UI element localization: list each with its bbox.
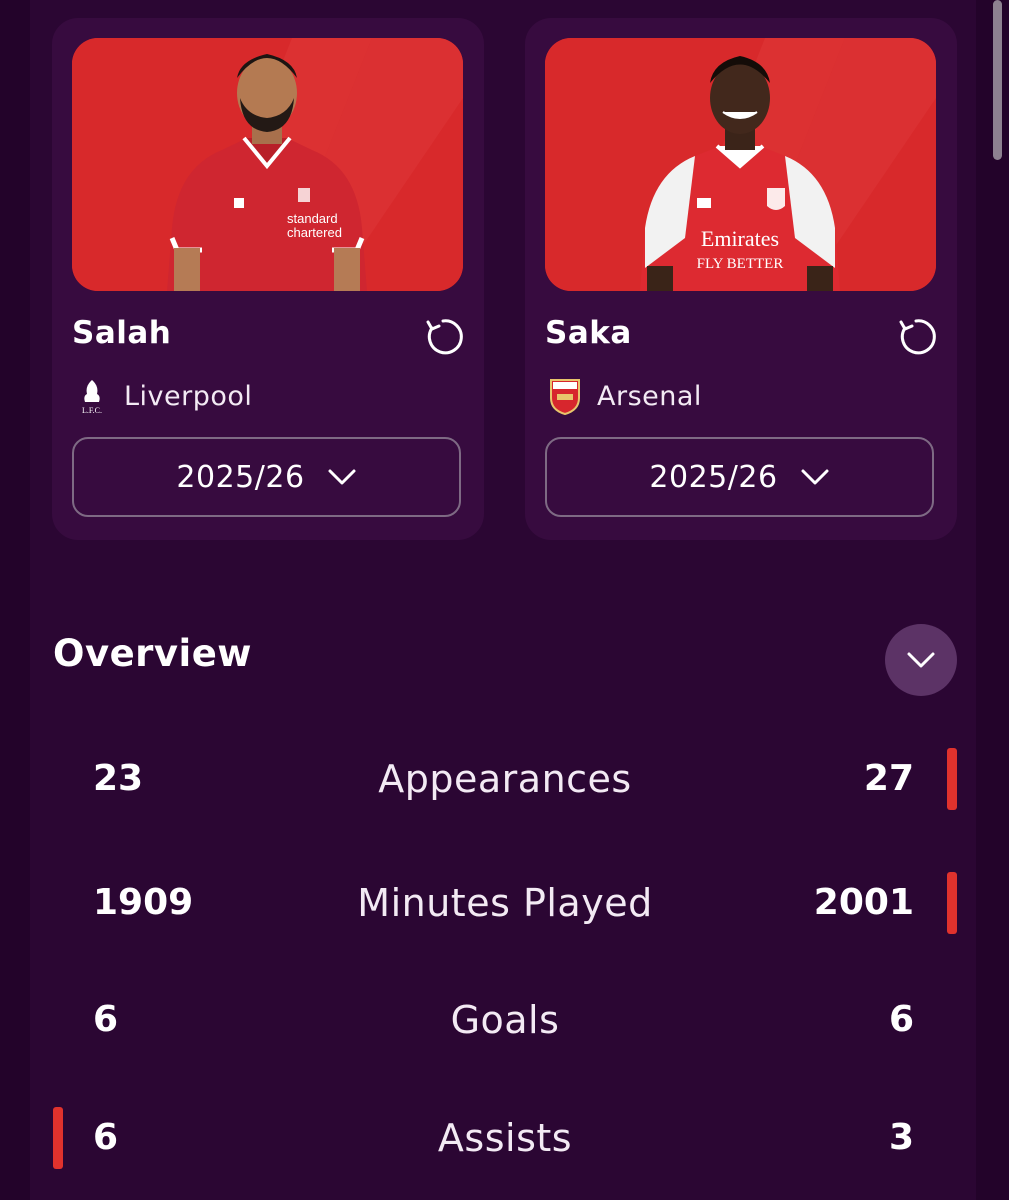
season-value: 2025/26 bbox=[649, 459, 778, 495]
sponsor-text: standard bbox=[287, 211, 338, 226]
club-row: Arsenal bbox=[545, 374, 702, 418]
stat-row: 23 Appearances 27 bbox=[53, 748, 957, 810]
stat-label: Goals bbox=[450, 998, 560, 1042]
stat-row: 6 Assists 3 bbox=[53, 1107, 957, 1169]
season-value: 2025/26 bbox=[176, 459, 305, 495]
salah-photo-illustration: standard chartered bbox=[72, 38, 463, 291]
player-photo: standard chartered bbox=[72, 38, 463, 291]
stat-right-value: 27 bbox=[863, 758, 914, 799]
chevron-down-icon bbox=[907, 652, 935, 668]
player-name: Salah bbox=[72, 315, 172, 351]
player-name: Saka bbox=[545, 315, 632, 351]
section-title: Overview bbox=[53, 632, 252, 675]
season-dropdown[interactable]: 2025/26 bbox=[545, 437, 934, 517]
liverpool-crest-icon: L.F.C. bbox=[72, 375, 112, 417]
sponsor-text: Emirates bbox=[701, 226, 779, 251]
collapse-button[interactable] bbox=[885, 624, 957, 696]
stat-row: 1909 Minutes Played 2001 bbox=[53, 872, 957, 934]
stat-right-value: 2001 bbox=[813, 882, 914, 923]
stat-label: Appearances bbox=[378, 757, 632, 801]
player-card-left: standard chartered Salah L.F.C. Liverpoo… bbox=[52, 18, 484, 540]
leader-indicator bbox=[947, 748, 957, 810]
stat-label: Assists bbox=[437, 1116, 573, 1160]
club-name: Arsenal bbox=[597, 380, 702, 412]
arsenal-crest-icon bbox=[545, 375, 585, 417]
stat-row: 6 Goals 6 bbox=[53, 989, 957, 1051]
season-dropdown[interactable]: 2025/26 bbox=[72, 437, 461, 517]
svg-text:L.F.C.: L.F.C. bbox=[82, 406, 102, 415]
club-row: L.F.C. Liverpool bbox=[72, 374, 252, 418]
stat-right-value: 6 bbox=[888, 999, 914, 1040]
sponsor-text: FLY BETTER bbox=[697, 256, 784, 272]
stat-right-value: 3 bbox=[888, 1117, 914, 1158]
player-card-right: Emirates FLY BETTER Saka Arsenal 2025/26 bbox=[525, 18, 957, 540]
reset-icon[interactable] bbox=[422, 316, 464, 358]
player-photo: Emirates FLY BETTER bbox=[545, 38, 936, 291]
reset-icon[interactable] bbox=[895, 316, 937, 358]
sponsor-text: chartered bbox=[287, 225, 342, 240]
chevron-down-icon bbox=[328, 469, 356, 485]
club-name: Liverpool bbox=[124, 380, 253, 412]
chevron-down-icon bbox=[801, 469, 829, 485]
leader-indicator bbox=[947, 872, 957, 934]
saka-photo-illustration: Emirates FLY BETTER bbox=[545, 38, 936, 291]
scrollbar[interactable] bbox=[993, 0, 1002, 160]
